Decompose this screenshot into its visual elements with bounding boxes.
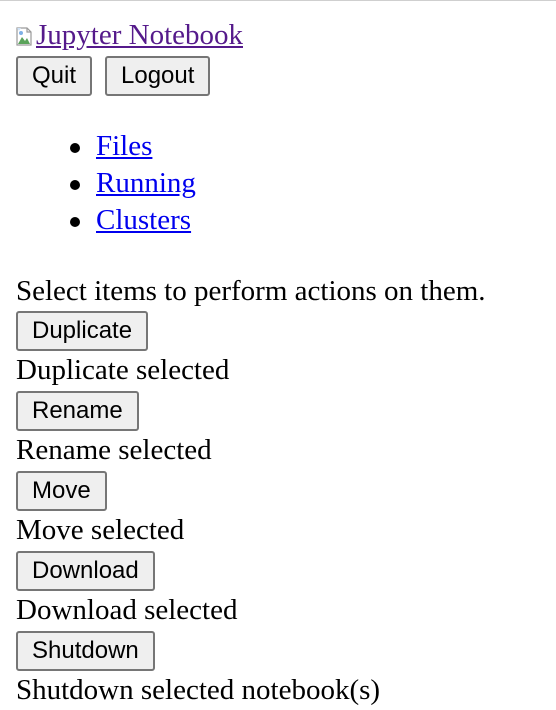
shutdown-button[interactable]: Shutdown	[16, 631, 155, 671]
logo-text: Jupyter Notebook	[36, 19, 243, 51]
nav-link-files[interactable]: Files	[96, 130, 152, 162]
download-button[interactable]: Download	[16, 551, 155, 591]
download-description: Download selected	[16, 594, 238, 626]
bullet-icon	[70, 143, 80, 153]
nav-item-running: Running	[16, 165, 196, 202]
nav-link-running[interactable]: Running	[96, 167, 196, 199]
actions-intro: Select items to perform actions on them.	[16, 275, 486, 307]
top-divider	[0, 0, 556, 1]
move-button[interactable]: Move	[16, 471, 107, 511]
rename-description: Rename selected	[16, 434, 212, 466]
nav-link-clusters[interactable]: Clusters	[96, 204, 191, 236]
logout-button[interactable]: Logout	[105, 56, 211, 96]
quit-button[interactable]: Quit	[16, 56, 93, 96]
broken-image-icon	[16, 23, 36, 47]
duplicate-button[interactable]: Duplicate	[16, 311, 149, 351]
rename-button[interactable]: Rename	[16, 391, 139, 431]
bullet-icon	[70, 217, 80, 227]
shutdown-description: Shutdown selected notebook(s)	[16, 674, 381, 706]
logo-link[interactable]: Jupyter Notebook	[16, 18, 243, 52]
nav-item-clusters: Clusters	[16, 202, 196, 239]
nav-item-files: Files	[16, 128, 196, 165]
bullet-icon	[70, 180, 80, 190]
nav-list: Files Running Clusters	[16, 128, 196, 239]
move-description: Move selected	[16, 514, 185, 546]
duplicate-description: Duplicate selected	[16, 354, 230, 386]
